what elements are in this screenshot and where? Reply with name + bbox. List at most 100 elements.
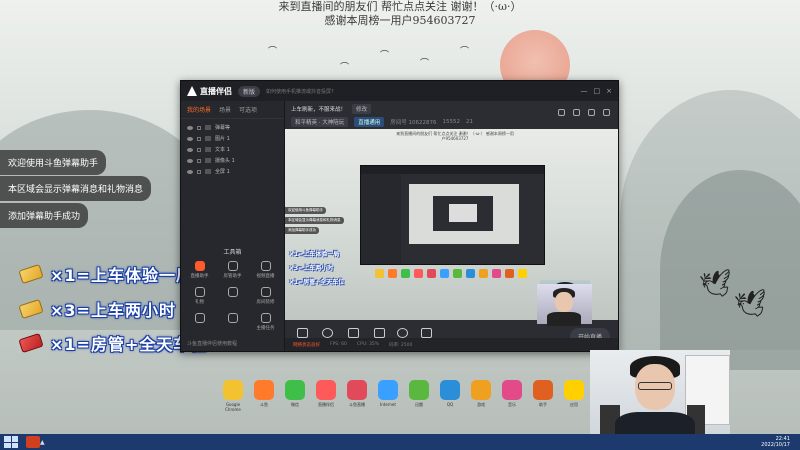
tool-streamer-task[interactable]: 主播任务 — [251, 313, 280, 331]
desktop-icon[interactable]: Internet — [377, 380, 399, 412]
layer-list: 弹幕等 图片 1 文本 1 摄像头 1 全屏 1 — [181, 119, 284, 177]
desktop-icon[interactable]: QQ — [439, 380, 461, 412]
desktop-icon[interactable]: 游戏 — [470, 380, 492, 412]
desktop-icon[interactable]: 微信 — [284, 380, 306, 412]
game-icon — [471, 380, 491, 400]
tab-my-scene[interactable]: 我的场景 — [187, 105, 211, 114]
tool-room-admin[interactable]: 房管助手 — [218, 261, 247, 279]
eye-icon[interactable] — [187, 158, 193, 163]
layer-item[interactable]: 摄像头 1 — [181, 155, 284, 166]
settings-icon[interactable] — [603, 109, 610, 116]
tab-scene[interactable]: 场景 — [219, 105, 231, 114]
app-logo: 直播伴侣 — [187, 86, 232, 97]
task-icon — [260, 313, 271, 323]
notification-info: 本区域会显示弹幕消息和礼物消息 — [0, 176, 152, 201]
desktop-icon-label: 应用 — [570, 402, 578, 407]
room-title: 上车刷新，不服来战！ — [291, 107, 347, 113]
tool-item[interactable] — [218, 287, 247, 305]
lock-icon[interactable] — [197, 169, 201, 174]
desktop-icon[interactable]: Google Chrome — [222, 380, 244, 412]
taskbar-clock[interactable]: 22:41 2022/10/17 — [761, 436, 790, 448]
tool-label: 主播任务 — [256, 326, 275, 331]
admin-icon — [227, 261, 238, 271]
desktop-icon-label: 游戏 — [477, 402, 485, 407]
network-status: 网络状态良好 — [293, 342, 320, 348]
layer-item[interactable]: 全屏 1 — [181, 166, 284, 177]
desktop-icon[interactable]: 应用 — [563, 380, 585, 412]
toolbox-title: 工具箱 — [223, 249, 242, 256]
layer-item[interactable]: 图片 1 — [181, 133, 284, 144]
desktop-icon[interactable]: 音乐 — [501, 380, 523, 412]
message-icon[interactable] — [573, 109, 580, 116]
recursive-preview-window — [360, 165, 545, 265]
desktop-icon[interactable]: 斗鱼 — [253, 380, 275, 412]
glasses — [638, 382, 672, 390]
category-selector[interactable]: 和平精英 · 大神陪玩 — [291, 117, 349, 127]
lock-icon[interactable] — [197, 147, 201, 152]
layer-label: 弹幕等 — [215, 125, 231, 131]
tool-label: 房管助手 — [223, 274, 242, 279]
layer-item[interactable]: 弹幕等 — [181, 122, 284, 133]
preview-gift-rule: ×3=上车两小时 — [289, 265, 334, 272]
desktop-icon-label: QQ — [446, 402, 454, 407]
preview-gift-rule: ×1=房管+全天车位 — [289, 279, 345, 286]
tool-label: 视频直播 — [256, 274, 275, 279]
desktop-icon[interactable]: 直播伴侣 — [315, 380, 337, 412]
window-controls: — □ × — [581, 87, 613, 95]
share-icon[interactable] — [558, 109, 565, 116]
desktop-icon-label: 斗鱼直播 — [349, 402, 365, 407]
desktop-icon-label: 微信 — [291, 402, 299, 407]
media-icon — [373, 327, 385, 338]
tool-icon — [227, 287, 238, 297]
decor-icon — [260, 287, 271, 297]
status-tag[interactable]: 直播通用 — [354, 117, 385, 127]
close-button[interactable]: × — [606, 87, 612, 95]
layer-item[interactable]: 文本 1 — [181, 144, 284, 155]
tray-icon[interactable]: ▲ — [40, 439, 45, 446]
tool-room-decor[interactable]: 房间装修 — [251, 287, 280, 305]
tool-video-live[interactable]: 视频直播 — [251, 261, 280, 279]
desktop-icon[interactable]: 迅雷 — [408, 380, 430, 412]
eye-icon[interactable] — [187, 136, 193, 141]
tool-item[interactable] — [218, 313, 247, 331]
eye-icon[interactable] — [187, 169, 193, 174]
windows-start-icon[interactable] — [4, 436, 18, 448]
record-icon[interactable] — [588, 109, 595, 116]
app-logo-text: 直播伴侣 — [200, 86, 232, 96]
tool-gift[interactable]: 礼物 — [185, 287, 214, 305]
tab-options[interactable]: 可选项 — [239, 105, 257, 114]
scene-sidebar: 我的场景 场景 可选项 弹幕等 图片 1 文本 1 摄像头 1 全屏 1 工具箱… — [181, 101, 285, 351]
header-icons — [558, 109, 610, 116]
viewer-count: 21 — [466, 119, 474, 125]
gift-rule-1: ×1=上车体验一局 — [18, 262, 193, 286]
lock-icon[interactable] — [197, 158, 201, 163]
status-bar: 网络状态良好 FPS: 60 CPU: 35% 码率: 2500 — [285, 338, 618, 351]
video-icon — [260, 261, 271, 271]
gift-icon — [194, 287, 205, 297]
fans-count: 15552 — [442, 119, 461, 125]
tool-item[interactable] — [185, 313, 214, 331]
minimize-button[interactable]: — — [581, 87, 588, 95]
tutorial-link[interactable]: 斗鱼直播伴侣使用教程 — [187, 340, 237, 347]
lock-icon[interactable] — [197, 136, 201, 141]
help-notice-link[interactable]: 如何使用手机推流或抖音投屏? — [266, 88, 334, 95]
speaker-icon — [420, 327, 432, 338]
desktop-icon-label: 斗鱼 — [260, 402, 268, 407]
taskbar-app-icon[interactable] — [26, 436, 40, 448]
layer-label: 文本 1 — [215, 147, 230, 153]
lock-icon[interactable] — [197, 125, 201, 130]
preview-banner-text: 来到直播间的朋友们 帮忙点点关注 谢谢！（·ω·） 感谢本周榜一用户954603… — [396, 131, 514, 141]
desktop-icon-label: 音乐 — [508, 402, 516, 407]
eye-icon[interactable] — [187, 125, 193, 130]
cpu-readout: CPU: 35% — [356, 342, 379, 347]
desktop-icon[interactable]: 斗鱼直播 — [346, 380, 368, 412]
plane-icon — [18, 332, 44, 354]
tool-live-assistant[interactable]: 直播助手 — [185, 261, 214, 279]
bird-icon: ⌒ — [268, 47, 278, 57]
music-icon — [502, 380, 522, 400]
version-pill[interactable]: 新版 — [238, 85, 261, 97]
edit-title-button[interactable]: 修改 — [352, 104, 372, 114]
maximize-button[interactable]: □ — [594, 87, 601, 95]
desktop-icon[interactable]: 助手 — [532, 380, 554, 412]
eye-icon[interactable] — [187, 147, 193, 152]
